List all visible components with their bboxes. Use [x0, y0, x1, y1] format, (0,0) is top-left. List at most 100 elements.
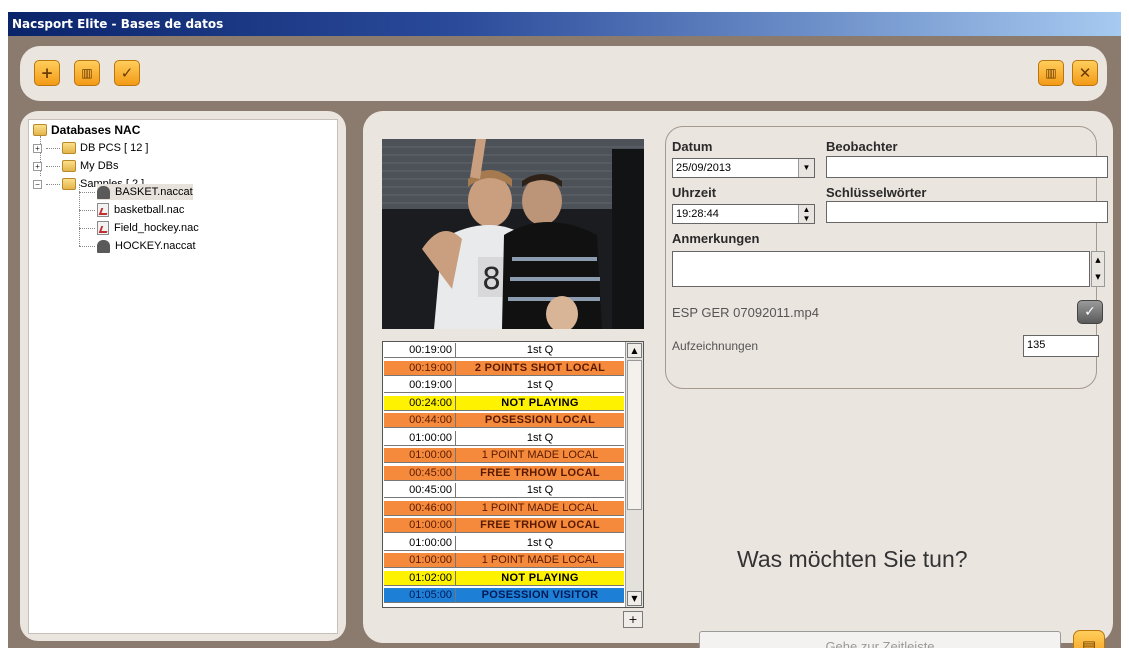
window-body: + ▥ ✓ ▥ ✕ Databases NAC + DB PCS [12] …: [8, 36, 1121, 648]
date-value: 25/09/2013: [676, 162, 732, 174]
tree-child-hockey[interactable]: HOCKEY.naccat: [97, 238, 196, 254]
tree-item-my-dbs[interactable]: + My DBs: [33, 158, 119, 174]
event-time: 00:19:00: [384, 360, 456, 375]
video-frame: 8: [382, 139, 644, 329]
time-value: 19:28:44: [676, 208, 719, 220]
event-row[interactable]: 01:00:00 1 POINT MADE LOCAL: [384, 553, 624, 568]
database-tree: Databases NAC + DB PCS [ 12 ] + My DBs −…: [28, 119, 338, 634]
observer-label: Beobachter: [826, 139, 898, 154]
event-label: FREE TRHOW LOCAL: [480, 519, 600, 531]
event-time: 01:02:00: [384, 570, 456, 585]
event-row[interactable]: 00:45:00 1st Q: [384, 483, 624, 498]
event-time: 00:45:00: [384, 483, 456, 497]
event-time: 00:24:00: [384, 395, 456, 410]
tree-item-label: My DBs: [80, 160, 119, 172]
spin-icon[interactable]: ▲ ▼: [798, 205, 814, 223]
add-event-button[interactable]: +: [623, 611, 643, 628]
add-database-button[interactable]: +: [34, 60, 60, 86]
tree-child-label: Field_hockey.nac: [114, 222, 199, 234]
timeline-button[interactable]: ▤: [1073, 630, 1105, 648]
event-row[interactable]: 00:19:00 2 POINTS SHOT LOCAL: [384, 360, 624, 376]
event-label: POSESSION LOCAL: [484, 414, 596, 426]
event-time: 00:44:00: [384, 413, 456, 427]
database-tree-panel: Databases NAC + DB PCS [ 12 ] + My DBs −…: [20, 111, 346, 641]
svg-text:8: 8: [482, 262, 501, 297]
tree-child-basketball[interactable]: basketball.nac: [97, 202, 184, 218]
event-row[interactable]: 01:00:00 1st Q: [384, 535, 624, 551]
event-row[interactable]: 00:46:00 1 POINT MADE LOCAL: [384, 500, 624, 516]
notes-scrollbar[interactable]: ▲ ▼: [1091, 251, 1105, 287]
video-preview[interactable]: 8: [382, 139, 644, 329]
event-label: 1 POINT MADE LOCAL: [481, 554, 599, 566]
event-row[interactable]: 01:00:00 1st Q: [384, 430, 624, 446]
scroll-down-icon[interactable]: ▼: [627, 591, 642, 606]
keywords-label: Schlüsselwörter: [826, 185, 927, 200]
observer-field[interactable]: [826, 156, 1108, 178]
scroll-up-icon[interactable]: ▲: [627, 343, 642, 358]
expand-icon[interactable]: +: [33, 161, 42, 171]
folder-icon: [62, 142, 76, 154]
event-label: 1st Q: [526, 431, 554, 444]
event-time: 00:19:00: [384, 343, 456, 357]
tree-child-field-hockey[interactable]: Field_hockey.nac: [97, 220, 199, 236]
scroll-thumb[interactable]: [627, 360, 642, 510]
file-icon: [97, 221, 109, 235]
tree-child-basket[interactable]: BASKET.naccat: [97, 184, 193, 200]
event-label: POSESSION VISITOR: [481, 589, 599, 601]
tree-child-label: HOCKEY.naccat: [115, 240, 196, 252]
trash-icon: ▥: [1045, 66, 1057, 80]
event-row[interactable]: 01:00:00 FREE TRHOW LOCAL: [384, 518, 624, 533]
close-button[interactable]: ✕: [1072, 60, 1098, 86]
event-row[interactable]: 00:45:00 FREE TRHOW LOCAL: [384, 465, 624, 481]
event-time: 01:00:00: [384, 518, 456, 532]
session-panel: 8 00:19:00 1st Q 00:19:00 2 POINTS SHOT LOC…: [363, 111, 1113, 648]
event-row[interactable]: 01:05:00 POSESSION VISITOR: [384, 588, 624, 603]
recordings-count: 135: [1023, 335, 1099, 357]
event-time: 01:00:00: [384, 553, 456, 567]
folder-icon: [33, 124, 47, 136]
goto-timeline-button[interactable]: Gehe zur Zeitleiste: [699, 631, 1061, 648]
event-time: 01:00:00: [384, 535, 456, 550]
notes-textarea[interactable]: [672, 251, 1090, 287]
close-icon: ✕: [1078, 63, 1092, 82]
event-time: 01:05:00: [384, 588, 456, 602]
keywords-field[interactable]: [826, 201, 1108, 223]
event-row[interactable]: 00:19:00 1st Q: [384, 378, 624, 393]
window-title-bar: Nacsport Elite - Bases de datos: [8, 12, 1121, 36]
folder-icon: [62, 178, 76, 190]
delete-right-button[interactable]: ▥: [1038, 60, 1064, 86]
event-list[interactable]: 00:19:00 1st Q 00:19:00 2 POINTS SHOT LOCAL…: [382, 341, 644, 608]
confirm-button[interactable]: ✓: [114, 60, 140, 86]
time-stepper[interactable]: 19:28:44 ▲ ▼: [672, 204, 815, 224]
event-label: 1st Q: [526, 484, 554, 496]
event-row[interactable]: 01:02:00 NOT PLAYING: [384, 570, 624, 586]
expand-icon[interactable]: +: [33, 143, 42, 153]
plus-icon: +: [40, 63, 54, 82]
document-icon: ▤: [1081, 637, 1097, 648]
event-row[interactable]: 00:44:00 POSESSION LOCAL: [384, 413, 624, 428]
tree-child-label: basketball.nac: [114, 204, 185, 216]
tree-child-label: BASKET.naccat: [115, 186, 193, 198]
event-row[interactable]: 00:24:00 NOT PLAYING: [384, 395, 624, 411]
file-icon: [97, 203, 109, 217]
collapse-icon[interactable]: −: [33, 179, 42, 189]
event-list-scrollbar[interactable]: ▲ ▼: [625, 342, 643, 607]
tree-item-label: DB PCS [ 12 ]: [80, 142, 149, 154]
video-file-name: ESP GER 07092011.mp4: [672, 305, 819, 320]
event-time: 01:00:00: [384, 430, 456, 445]
time-label: Uhrzeit: [672, 185, 717, 200]
tree-root[interactable]: Databases NAC: [33, 122, 140, 138]
event-row[interactable]: 01:00:00 1 POINT MADE LOCAL: [384, 448, 624, 463]
tree-root-label: Databases NAC: [51, 123, 141, 137]
video-confirm-button[interactable]: ✓: [1077, 300, 1103, 324]
event-label: NOT PLAYING: [501, 571, 579, 584]
date-picker[interactable]: 25/09/2013 ▼: [672, 158, 815, 178]
event-row[interactable]: 00:19:00 1st Q: [384, 343, 624, 358]
chevron-down-icon[interactable]: ▼: [798, 159, 814, 177]
event-label: FREE TRHOW LOCAL: [480, 466, 600, 479]
check-icon: ✓: [120, 63, 134, 82]
event-time: 01:00:00: [384, 448, 456, 462]
tree-item-db-pcs[interactable]: + DB PCS [ 12 ]: [33, 140, 148, 156]
category-icon: [97, 239, 110, 253]
delete-button[interactable]: ▥: [74, 60, 100, 86]
